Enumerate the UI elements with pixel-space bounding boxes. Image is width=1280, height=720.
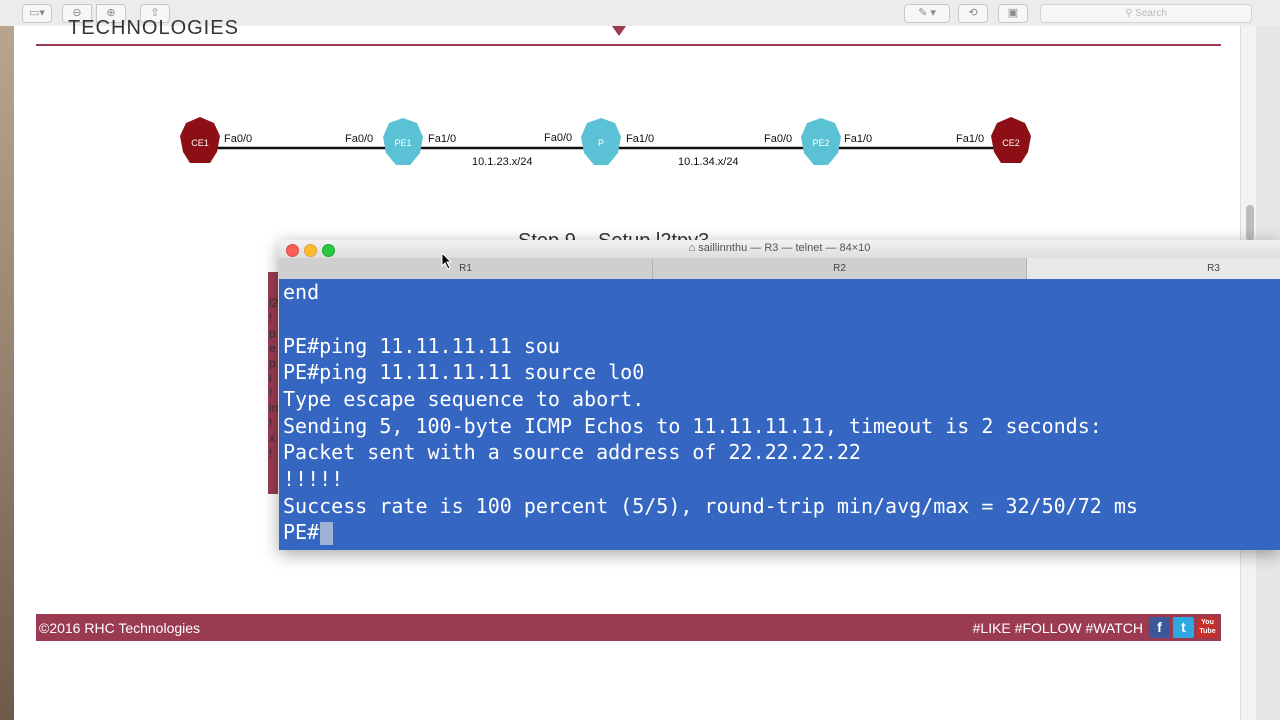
interface-label: Fa0/0 (544, 132, 572, 144)
interface-label: Fa1/0 (956, 133, 984, 145)
terminal-prompt-line: PE# (283, 519, 334, 545)
node-label: P (598, 138, 604, 148)
terminal-title: ⌂ saillinnthu — R3 — telnet — 84×10 (279, 242, 1280, 254)
tab-r2[interactable]: R2 (653, 258, 1027, 279)
terminal-line: end (283, 280, 320, 304)
interface-label: Fa0/0 (345, 133, 373, 145)
terminal-output[interactable]: end PE#ping 11.11.11.11 sou PE#ping 11.1… (279, 279, 1280, 550)
text-cursor (320, 522, 334, 545)
topology-diagram: CE1 PE1 P PE2 CE2 Fa0/0 Fa0/0 Fa1/0 Fa0/… (180, 117, 1031, 168)
terminal-line: Packet sent with a source address of 22.… (283, 440, 861, 464)
terminal-line: !!!!! (283, 467, 344, 491)
twitter-icon[interactable]: t (1173, 617, 1194, 638)
search-field[interactable]: ⚲ Search (1040, 4, 1252, 23)
terminal-line: Type escape sequence to abort. (283, 387, 645, 411)
node-label: CE2 (1002, 138, 1020, 148)
sidebar-toggle-button[interactable]: ▭▾ (22, 4, 52, 23)
slide-footer: ©2016 RHC Technologies #LIKE #FOLLOW #WA… (36, 614, 1221, 641)
interface-label: Fa1/0 (626, 133, 654, 145)
tab-r3[interactable]: R3 (1027, 258, 1280, 279)
rotate-button[interactable]: ⟲ (958, 4, 988, 23)
footer-hashtags: #LIKE #FOLLOW #WATCH (972, 620, 1143, 636)
facebook-icon[interactable]: f (1149, 617, 1170, 638)
terminal-line: PE#ping 11.11.11.11 source lo0 (283, 360, 645, 384)
terminal-line: Success rate is 100 percent (5/5), round… (283, 494, 1138, 518)
desktop-background (0, 26, 14, 720)
terminal-window[interactable]: ⌂ saillinnthu — R3 — telnet — 84×10 R1 R… (279, 240, 1280, 550)
node-label: PE1 (394, 138, 411, 148)
search-icon: ⚲ (1125, 8, 1136, 19)
terminal-prompt: PE# (283, 520, 320, 544)
tab-r1[interactable]: R1 (279, 258, 653, 279)
scrollbar-thumb[interactable] (1246, 205, 1254, 241)
subnet-label: 10.1.23.x/24 (472, 156, 533, 168)
terminal-tab-bar: R1 R2 R3 (279, 258, 1280, 280)
interface-label: Fa1/0 (428, 133, 456, 145)
footer-copyright: ©2016 RHC Technologies (39, 620, 201, 636)
terminal-title-text: saillinnthu — R3 — telnet — 84×10 (698, 242, 871, 254)
terminal-line: PE#ping 11.11.11.11 sou (283, 334, 560, 358)
interface-label: Fa0/0 (764, 133, 792, 145)
toolbox-button[interactable]: ▣ (998, 4, 1028, 23)
node-label: PE2 (812, 138, 829, 148)
search-placeholder: Search (1135, 8, 1167, 19)
youtube-icon[interactable]: You Tube (1197, 617, 1218, 638)
mouse-pointer-icon (441, 252, 453, 270)
terminal-titlebar[interactable]: ⌂ saillinnthu — R3 — telnet — 84×10 (279, 240, 1280, 258)
home-folder-icon: ⌂ (688, 242, 699, 254)
interface-label: Fa1/0 (844, 133, 872, 145)
subnet-label: 10.1.34.x/24 (678, 156, 739, 168)
markup-button[interactable]: ✎ ▾ (904, 4, 950, 23)
terminal-line: Sending 5, 100-byte ICMP Echos to 11.11.… (283, 414, 1102, 438)
node-label: CE1 (191, 138, 209, 148)
interface-label: Fa0/0 (224, 133, 252, 145)
